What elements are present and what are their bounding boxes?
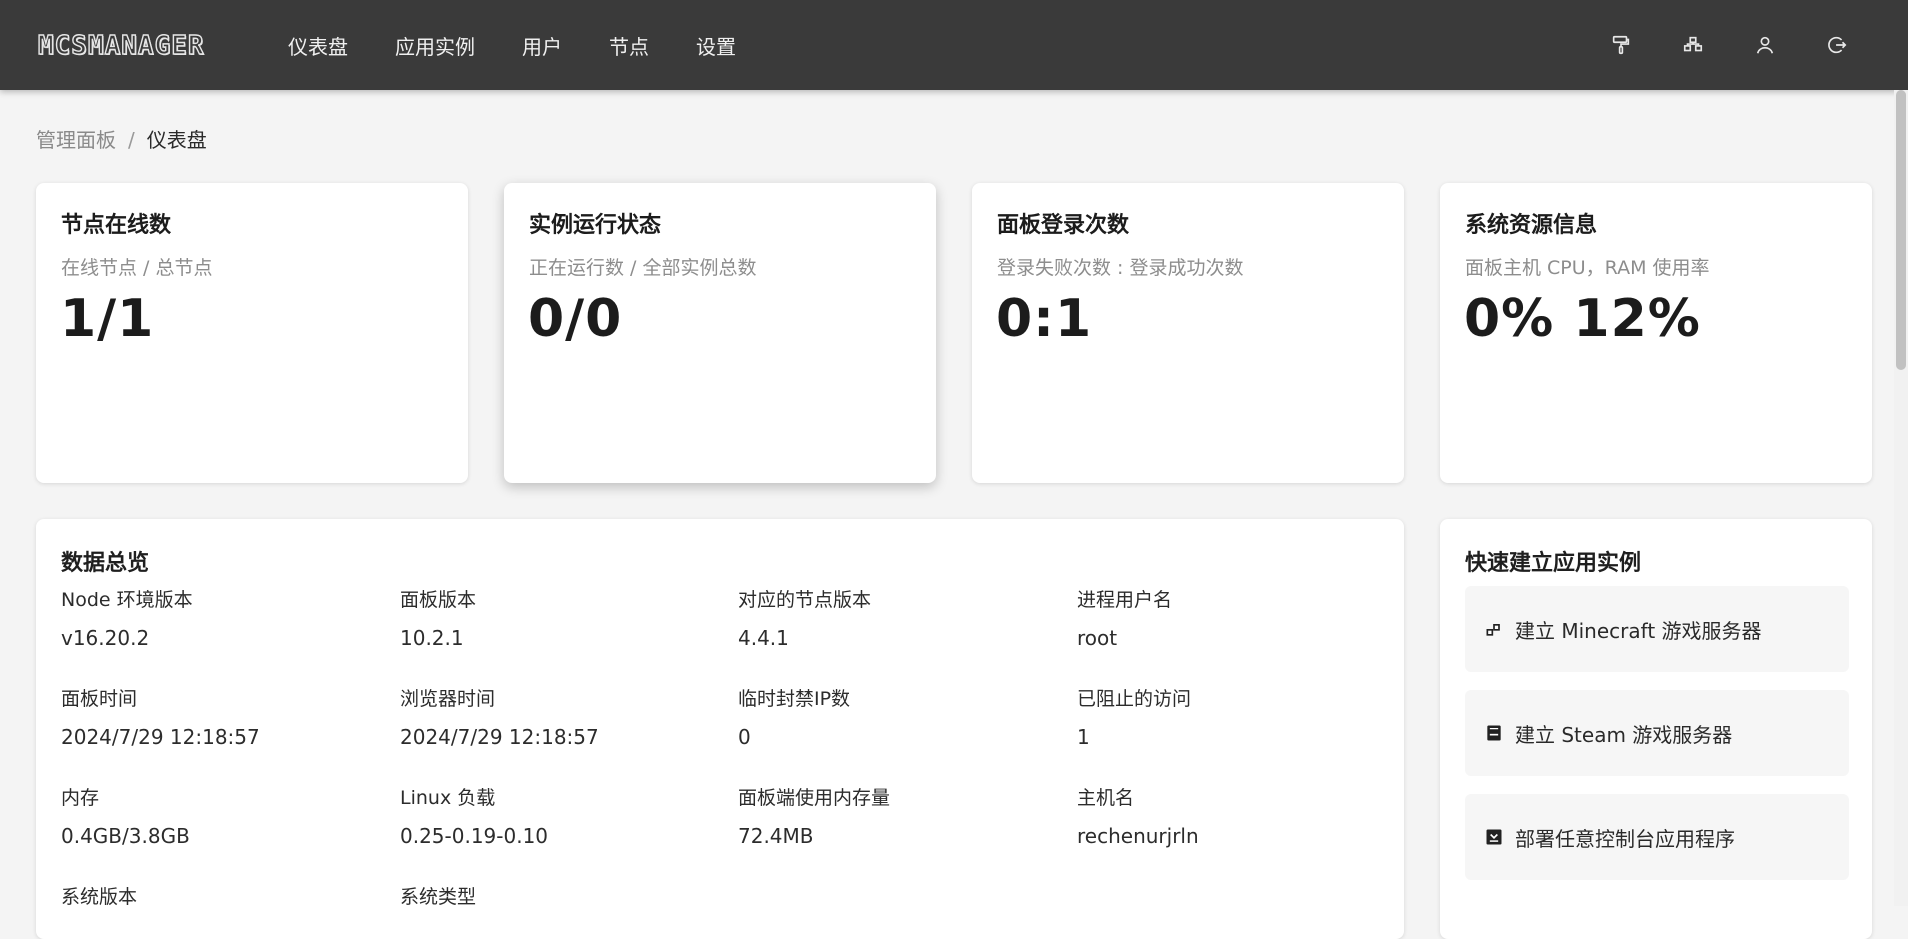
breadcrumb: 管理面板 / 仪表盘 <box>36 124 207 153</box>
download-box-icon <box>1483 826 1505 848</box>
data-overview-card: 数据总览 Node 环境版本 v16.20.2 面板版本 10.2.1 对应的节… <box>36 519 1404 939</box>
overview-value: 2024/7/29 12:18:57 <box>61 725 260 749</box>
overview-value: 0.4GB/3.8GB <box>61 824 190 848</box>
overview-label: 系统类型 <box>400 886 477 908</box>
stat-subtitle: 面板主机 CPU，RAM 使用率 <box>1465 257 1710 279</box>
overview-value: 0 <box>738 725 751 749</box>
stat-title: 节点在线数 <box>61 213 172 238</box>
overview-label: 浏览器时间 <box>400 688 496 710</box>
overview-label: Node 环境版本 <box>61 589 193 611</box>
overview-item: 系统版本 <box>61 882 391 923</box>
stat-card-login-count: 面板登录次数 登录失败次数 : 登录成功次数 0:1 <box>972 183 1404 483</box>
create-minecraft-server-button[interactable]: 建立 Minecraft 游戏服务器 <box>1465 586 1849 672</box>
quick-item-label: 建立 Steam 游戏服务器 <box>1515 722 1733 747</box>
toolbar-icons <box>1564 0 1852 90</box>
stat-card-instance-status: 实例运行状态 正在运行数 / 全部实例总数 0/0 <box>504 183 936 483</box>
overview-value: 2024/7/29 12:18:57 <box>400 725 599 749</box>
overview-label: 已阻止的访问 <box>1077 688 1192 710</box>
overview-value: 72.4MB <box>738 824 814 848</box>
overview-item: 系统类型 <box>400 882 730 923</box>
logout-icon[interactable] <box>1822 30 1852 60</box>
stat-title: 系统资源信息 <box>1465 213 1598 238</box>
overview-item: 面板版本 10.2.1 <box>400 585 730 650</box>
overview-item: Node 环境版本 v16.20.2 <box>61 585 391 650</box>
stat-subtitle: 登录失败次数 : 登录成功次数 <box>997 257 1244 279</box>
overview-value: 1 <box>1077 725 1090 749</box>
blocks-icon <box>1483 618 1505 640</box>
overview-item: 进程用户名 root <box>1077 585 1407 650</box>
overview-value: v16.20.2 <box>61 626 150 650</box>
overview-item: 对应的节点版本 4.4.1 <box>738 585 1068 650</box>
stat-subtitle: 在线节点 / 总节点 <box>61 257 213 279</box>
stat-card-nodes-online: 节点在线数 在线节点 / 总节点 1/1 <box>36 183 468 483</box>
scrollbar-thumb[interactable] <box>1896 90 1906 370</box>
overview-item: 内存 0.4GB/3.8GB <box>61 783 391 848</box>
stat-subtitle: 正在运行数 / 全部实例总数 <box>529 257 757 279</box>
cluster-icon[interactable] <box>1678 30 1708 60</box>
logo-text: MCSMANAGER <box>37 30 205 61</box>
quick-create-card: 快速建立应用实例 建立 Minecraft 游戏服务器 建立 Steam 游戏服… <box>1440 519 1872 939</box>
stat-title: 实例运行状态 <box>529 213 662 238</box>
overview-item: 主机名 rechenurjrln <box>1077 783 1407 848</box>
overview-item: Linux 负载 0.25-0.19-0.10 <box>400 783 730 848</box>
overview-label: 面板版本 <box>400 589 477 611</box>
overview-item: 面板端使用内存量 72.4MB <box>738 783 1068 848</box>
overview-value: 10.2.1 <box>400 626 464 650</box>
steam-box-icon <box>1483 722 1505 744</box>
quick-item-label: 部署任意控制台应用程序 <box>1515 826 1735 851</box>
stat-value: 0% 12% <box>1464 289 1701 349</box>
mcsmanager-logo[interactable]: MCSMANAGER <box>37 30 248 61</box>
overview-item: 已阻止的访问 1 <box>1077 684 1407 749</box>
overview-value: 4.4.1 <box>738 626 789 650</box>
overview-label: Linux 负载 <box>400 787 496 809</box>
overview-label: 临时封禁IP数 <box>738 688 851 710</box>
overview-item: 浏览器时间 2024/7/29 12:18:57 <box>400 684 730 749</box>
breadcrumb-current: 仪表盘 <box>146 128 207 152</box>
overview-value: 0.25-0.19-0.10 <box>400 824 549 848</box>
overview-value: root <box>1077 626 1118 650</box>
stat-card-system-resources: 系统资源信息 面板主机 CPU，RAM 使用率 0% 12% <box>1440 183 1872 483</box>
nav-item-users[interactable]: 用户 <box>522 31 562 60</box>
overview-item: 临时封禁IP数 0 <box>738 684 1068 749</box>
overview-label: 对应的节点版本 <box>738 589 872 611</box>
overview-label: 系统版本 <box>61 886 138 908</box>
nav-item-dashboard[interactable]: 仪表盘 <box>288 31 348 60</box>
breadcrumb-parent[interactable]: 管理面板 <box>36 128 116 152</box>
stat-value: 0/0 <box>528 289 623 349</box>
overview-label: 面板时间 <box>61 688 138 710</box>
nav-item-settings[interactable]: 设置 <box>696 31 736 60</box>
main-nav: 仪表盘 应用实例 用户 节点 设置 <box>270 0 783 90</box>
paint-roller-icon[interactable] <box>1606 30 1636 60</box>
quick-item-label: 建立 Minecraft 游戏服务器 <box>1515 618 1762 643</box>
user-icon[interactable] <box>1750 30 1780 60</box>
stat-value: 0:1 <box>996 289 1093 349</box>
top-navigation-bar: MCSMANAGER 仪表盘 应用实例 用户 节点 设置 <box>0 0 1908 90</box>
nav-item-nodes[interactable]: 节点 <box>609 31 649 60</box>
overview-title: 数据总览 <box>61 551 150 576</box>
quick-create-title: 快速建立应用实例 <box>1465 551 1642 576</box>
breadcrumb-separator: / <box>128 128 135 152</box>
overview-item: 面板时间 2024/7/29 12:18:57 <box>61 684 391 749</box>
stat-value: 1/1 <box>60 289 155 349</box>
overview-label: 主机名 <box>1077 787 1135 809</box>
deploy-console-app-button[interactable]: 部署任意控制台应用程序 <box>1465 794 1849 880</box>
overview-label: 内存 <box>61 787 100 809</box>
overview-label: 进程用户名 <box>1077 589 1173 611</box>
create-steam-server-button[interactable]: 建立 Steam 游戏服务器 <box>1465 690 1849 776</box>
stat-title: 面板登录次数 <box>997 213 1130 238</box>
overview-label: 面板端使用内存量 <box>738 787 891 809</box>
nav-item-instances[interactable]: 应用实例 <box>395 31 475 60</box>
overview-value: rechenurjrln <box>1077 824 1199 848</box>
